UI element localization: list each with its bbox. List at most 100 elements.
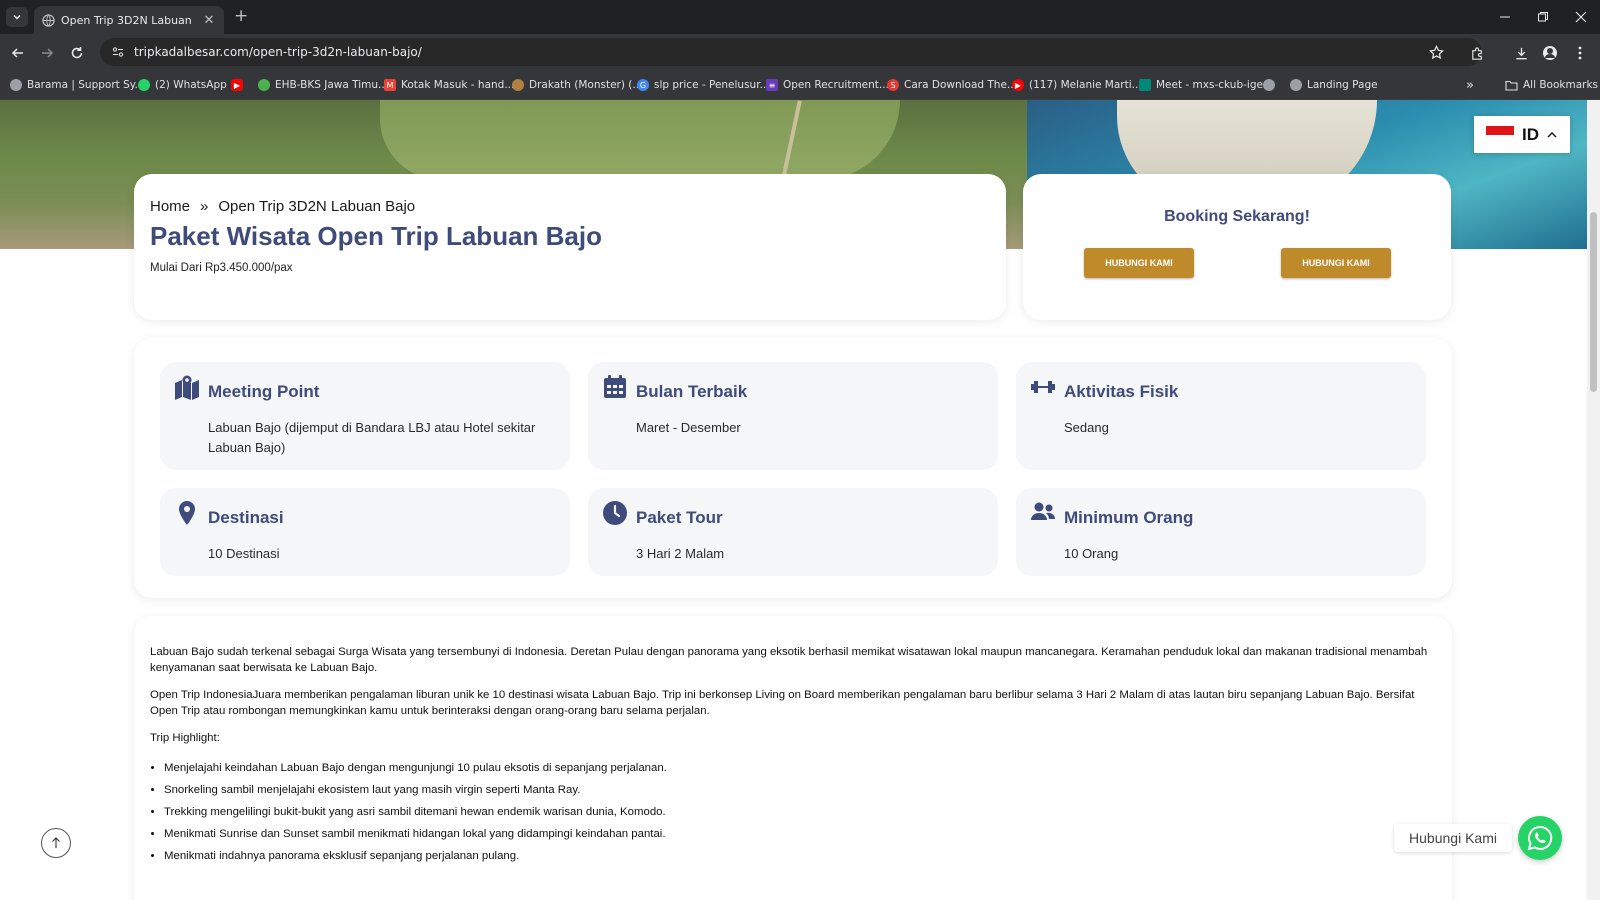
location-icon [179,501,195,525]
close-window-button[interactable] [1558,4,1600,30]
info-tour-package: Paket Tour 3 Hari 2 Malam [588,488,998,576]
language-code: ID [1522,124,1539,144]
bookmark-item[interactable]: EHB-BKS Jawa Timu... [258,76,388,94]
youtube-icon: ▶ [1012,79,1024,91]
more-vert-icon [1578,46,1582,60]
bookmark-item[interactable]: Barama | Support Sy... [10,76,145,94]
forms-icon: ≡ [766,79,778,91]
gmail-icon: M [384,79,396,91]
info-best-month: Bulan Terbaik Maret - Desember [588,362,998,470]
scrollbar-thumb[interactable] [1590,212,1597,392]
bookmark-item[interactable]: Drakath (Monster) (... [512,76,642,94]
browser-menu-button[interactable] [1570,43,1590,63]
url-text: tripkadalbesar.com/open-trip-3d2n-labuan… [134,45,422,59]
reload-button[interactable] [67,43,87,63]
highlight-list: Menjelajahi keindahan Labuan Bajo dengan… [164,760,1436,864]
bookmark-item[interactable]: Landing Page [1290,76,1378,94]
profile-button[interactable] [1540,43,1560,63]
description-card: Labuan Bajo sudah terkenal sebagai Surga… [134,616,1452,900]
info-physical-activity: Aktivitas Fisik Sedang [1016,362,1426,470]
page-title: Paket Wisata Open Trip Labuan Bajo [150,221,602,251]
breadcrumb-current: Open Trip 3D2N Labuan Bajo [218,198,416,215]
price-text: Mulai Dari Rp3.450.000/pax [150,262,293,274]
bookmark-item[interactable]: ▶ [231,76,243,94]
site-icon: S [887,79,899,91]
bookmark-item[interactable]: Meet - mxs-ckub-ige [1139,76,1263,94]
all-bookmarks-button[interactable]: All Bookmarks [1505,76,1598,94]
meet-icon [1139,79,1151,91]
highlight-heading: Trip Highlight: [150,732,220,744]
title-card: Home » Open Trip 3D2N Labuan Bajo Paket … [134,174,1006,320]
more-bookmarks-button[interactable]: » [1466,76,1474,94]
page-viewport: ID Home » Open Trip 3D2N Labuan Bajo Pak… [0,100,1587,900]
forward-button[interactable] [37,43,57,63]
globe-icon [10,79,22,91]
downloads-button[interactable] [1511,43,1531,63]
list-item: Menikmati indahnya panorama eksklusif se… [164,848,1436,864]
avatar-icon [1543,46,1557,60]
breadcrumb-separator: » [200,198,209,215]
tab-title: Open Trip 3D2N Labuan Bajo - [61,13,196,27]
description-paragraph: Labuan Bajo sudah terkenal sebagai Surga… [150,646,1428,674]
list-item: Trekking mengelilingi bukit-bukit yang a… [164,804,1436,820]
bookmark-item[interactable]: Gslp price - Penelusur... [637,76,770,94]
bookmark-item[interactable] [1263,76,1275,94]
restore-icon [1538,12,1548,22]
booking-title: Booking Sekarang! [1164,208,1310,225]
whatsapp-label[interactable]: Hubungi Kami [1394,824,1512,852]
info-minimum-people: Minimum Orang 10 Orang [1016,488,1426,576]
bookmark-item[interactable]: ≡ Open Recruitment... [766,76,889,94]
reload-icon [71,47,83,59]
globe-icon [1290,79,1302,91]
site-info-icon[interactable] [112,46,124,58]
google-icon: G [637,79,649,91]
description-paragraph: Open Trip IndonesiaJuara memberikan peng… [150,689,1415,717]
minimize-icon [1500,16,1510,18]
whatsapp-icon [138,79,150,91]
language-switcher[interactable]: ID [1474,116,1570,153]
site-icon [258,79,270,91]
whatsapp-button[interactable] [1518,816,1562,860]
star-icon [1428,44,1444,59]
info-destination: Destinasi 10 Destinasi [160,488,570,576]
scroll-to-top-button[interactable] [41,828,71,858]
bookmark-item[interactable]: M Kotak Masuk - hand... [384,76,514,94]
contact-button-2[interactable]: HUBUNGI KAMI [1281,248,1391,278]
browser-toolbar: tripkadalbesar.com/open-trip-3d2n-labuan… [0,34,1600,70]
download-icon [1515,47,1527,59]
list-item: Menikmati Sunrise dan Sunset sambil meni… [164,826,1436,842]
chevron-down-icon [13,14,21,20]
bookmark-item[interactable]: (2) WhatsApp [138,76,227,94]
breadcrumb-home[interactable]: Home [150,198,190,215]
browser-tab-active[interactable]: Open Trip 3D2N Labuan Bajo - ✕ [34,6,224,34]
arrow-up-icon [52,837,60,848]
browser-tab-bar: Open Trip 3D2N Labuan Bajo - ✕ + [0,0,1600,34]
puzzle-icon [1471,46,1482,60]
contact-button-1[interactable]: HUBUNGI KAMI [1084,248,1194,278]
back-button[interactable] [8,43,28,63]
bookmark-item[interactable]: ▶ (117) Melanie Marti... [1012,76,1142,94]
bookmark-item[interactable]: S Cara Download The... [887,76,1017,94]
extensions-button[interactable] [1467,43,1487,63]
tab-search-button[interactable] [6,7,28,27]
page-scrollbar[interactable] [1587,100,1600,900]
info-meeting-point: Meeting Point Labuan Bajo (dijemput di B… [160,362,570,470]
bookmarks-bar: Barama | Support Sy... (2) WhatsApp ▶ EH… [0,70,1600,100]
map-pin-icon [175,375,199,400]
chevron-up-icon [1547,131,1557,137]
list-item: Menjelajahi keindahan Labuan Bajo dengan… [164,760,1436,776]
arrow-right-icon [42,48,54,58]
indonesia-flag-icon [1486,125,1514,144]
close-tab-icon[interactable]: ✕ [202,13,216,28]
globe-icon [42,13,55,27]
booking-card: Booking Sekarang! HUBUNGI KAMI HUBUNGI K… [1023,174,1451,320]
bookmark-star-button[interactable] [1426,42,1446,62]
users-icon [1031,502,1056,520]
close-icon [1575,11,1587,23]
list-item: Snorkeling sambil menjelajahi ekosistem … [164,782,1436,798]
globe-icon [1263,79,1275,91]
calendar-icon [604,375,626,398]
chevron-double-right-icon: » [1466,77,1474,93]
new-tab-button[interactable]: + [234,6,248,26]
address-bar[interactable]: tripkadalbesar.com/open-trip-3d2n-labuan… [100,38,1482,66]
